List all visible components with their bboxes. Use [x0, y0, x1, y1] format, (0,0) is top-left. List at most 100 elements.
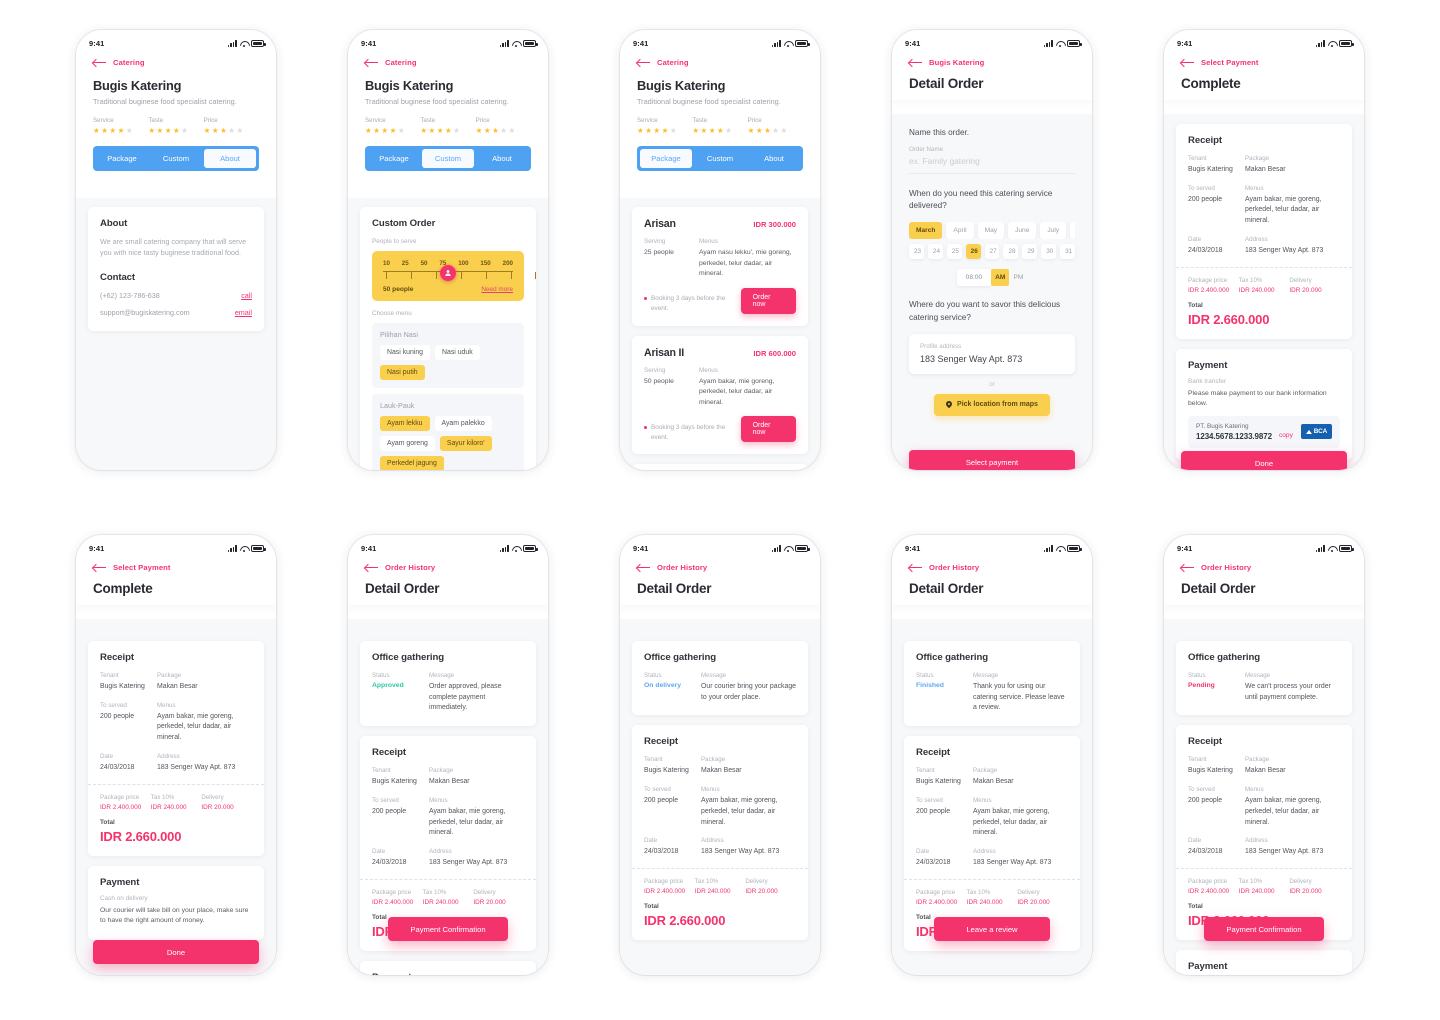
- people-slider[interactable]: 10 25 50 75 100 150 200 50 people Need m…: [372, 251, 536, 301]
- package-card[interactable]: Arisan IDR 300.000 Serving 25 people Men…: [632, 207, 808, 326]
- month-picker: March April May June July Au: [909, 222, 1075, 240]
- email-link[interactable]: email: [235, 308, 252, 317]
- day-option[interactable]: 31: [1060, 244, 1076, 260]
- package-name: Arisan: [644, 218, 676, 230]
- day-option[interactable]: 23: [909, 244, 924, 260]
- payment-confirmation-button[interactable]: Payment Confirmation: [1204, 917, 1324, 941]
- tab-package[interactable]: Package: [96, 149, 148, 168]
- tax-value: IDR 240.000: [694, 887, 731, 895]
- done-button[interactable]: Done: [93, 940, 259, 964]
- tab-custom[interactable]: Custom: [422, 148, 474, 168]
- vendor-tabs: Package Custom About: [637, 145, 803, 171]
- about-body: About We are small catering company that…: [76, 198, 276, 470]
- month-option[interactable]: May: [977, 222, 1005, 240]
- tab-custom[interactable]: Custom: [694, 149, 746, 168]
- package-label: Package: [1245, 155, 1270, 162]
- tab-custom[interactable]: Custom: [150, 149, 202, 168]
- back-button[interactable]: Catering: [365, 58, 531, 67]
- day-option[interactable]: 25: [946, 244, 962, 260]
- tax-label: Tax 10%: [150, 793, 175, 801]
- time-picker: 08:00 AM PM: [909, 269, 1075, 287]
- time-value[interactable]: 08:00: [956, 269, 992, 287]
- address-value: 183 Senger Way Apt. 873: [1245, 246, 1324, 254]
- menu-chip[interactable]: Nasi kuning: [380, 345, 431, 360]
- need-more-link[interactable]: Need more: [481, 286, 513, 293]
- back-button[interactable]: Order History: [365, 563, 531, 572]
- day-option[interactable]: 28: [1003, 244, 1019, 260]
- menu-chip[interactable]: Nasi uduk: [435, 345, 480, 360]
- back-button[interactable]: Catering: [637, 58, 803, 67]
- notch: [956, 30, 1028, 43]
- menu-chip[interactable]: Nasi putih: [380, 365, 425, 380]
- menu-chip[interactable]: Ayam goreng: [380, 436, 435, 451]
- tab-package[interactable]: Package: [640, 148, 692, 168]
- done-button[interactable]: Done: [1181, 451, 1347, 470]
- back-label: Catering: [657, 58, 689, 67]
- menu-chip[interactable]: Sayur kiloro': [439, 436, 492, 451]
- ratings: Service ★ ★ ★ ★ ★ Taste ★ ★ ★ ★ ★ Price …: [365, 117, 531, 135]
- month-option[interactable]: March: [909, 222, 943, 240]
- total-label: Total: [1188, 301, 1203, 309]
- back-button[interactable]: Order History: [909, 563, 1075, 572]
- package-card[interactable]: Makan Besar IDR 2.400.000 Serving 200 pe…: [632, 464, 808, 470]
- status-time: 9:41: [633, 39, 649, 48]
- day-option[interactable]: 24: [927, 244, 943, 260]
- month-option[interactable]: Au: [1070, 222, 1075, 240]
- pm-option[interactable]: PM: [1009, 269, 1027, 286]
- package-card[interactable]: Arisan II IDR 600.000 Serving 50 people …: [632, 335, 808, 455]
- back-button[interactable]: Catering: [93, 58, 259, 67]
- order-now-button[interactable]: Order now: [740, 416, 796, 443]
- month-option[interactable]: April: [946, 222, 974, 240]
- package-name: Arisan II: [644, 346, 685, 359]
- tab-package[interactable]: Package: [368, 149, 420, 168]
- rating-price: Price ★ ★ ★ ★ ★: [476, 117, 531, 135]
- back-button[interactable]: Bugis Katering: [909, 58, 1075, 67]
- menu-chip[interactable]: Ayam palekko: [434, 416, 492, 431]
- address-card[interactable]: Profile address 183 Senger Way Apt. 873: [909, 333, 1075, 374]
- menu-chip[interactable]: Ayam lekku: [380, 416, 430, 431]
- package-price-value: IDR 2.400.000: [100, 803, 142, 811]
- or-divider: or: [989, 380, 995, 388]
- day-option[interactable]: 27: [984, 244, 1000, 260]
- pick-location-button[interactable]: Pick location from maps: [934, 393, 1050, 416]
- payment-method: Bank transfer: [1188, 377, 1227, 385]
- back-button[interactable]: Order History: [1181, 563, 1347, 572]
- back-button[interactable]: Select Payment: [1181, 58, 1347, 67]
- day-option[interactable]: 30: [1041, 244, 1057, 260]
- signal-icon: [1315, 545, 1325, 552]
- arrow-left-icon: [1181, 58, 1194, 67]
- order-now-button[interactable]: Order now: [740, 287, 796, 314]
- tab-about[interactable]: About: [204, 148, 256, 168]
- people-label: People to serve: [372, 238, 417, 245]
- served-label: To served: [1188, 184, 1215, 192]
- menu-chip[interactable]: Perkedel jagung: [380, 456, 444, 470]
- day-option[interactable]: 29: [1022, 244, 1038, 260]
- tab-about[interactable]: About: [476, 149, 528, 168]
- back-button[interactable]: Order History: [637, 563, 803, 572]
- payment-confirmation-button[interactable]: Payment Confirmation: [388, 917, 508, 941]
- call-link[interactable]: call: [241, 291, 252, 300]
- am-option[interactable]: AM: [991, 269, 1010, 287]
- select-payment-button[interactable]: Select payment: [909, 450, 1075, 470]
- tab-about[interactable]: About: [748, 149, 800, 168]
- month-option[interactable]: July: [1040, 222, 1067, 240]
- leave-review-button[interactable]: Leave a review: [934, 917, 1050, 941]
- tenant-value: Bugis Katering: [1188, 166, 1233, 173]
- vendor-tabs: Package Custom About: [365, 145, 531, 171]
- package-price-label: Package price: [1188, 877, 1228, 885]
- copy-button[interactable]: copy: [1279, 432, 1293, 439]
- status-time: 9:41: [361, 39, 377, 48]
- payment-title: Payment: [372, 972, 524, 975]
- order-name-input[interactable]: ex. Family gatering: [909, 153, 1075, 174]
- day-option[interactable]: 26: [965, 244, 981, 260]
- tenant-label: Tenant: [1188, 756, 1207, 764]
- month-option[interactable]: June: [1008, 222, 1037, 240]
- slider-knob[interactable]: [440, 265, 456, 281]
- delivery-label: Delivery: [745, 877, 768, 885]
- stars-price: ★ ★ ★ ★ ★: [475, 126, 516, 135]
- receipt-title: Receipt: [1188, 736, 1222, 748]
- back-button[interactable]: Select Payment: [93, 563, 259, 572]
- signal-icon: [1043, 40, 1053, 47]
- arrow-left-icon: [365, 58, 378, 67]
- tenant-value: Bugis Katering: [1188, 767, 1233, 775]
